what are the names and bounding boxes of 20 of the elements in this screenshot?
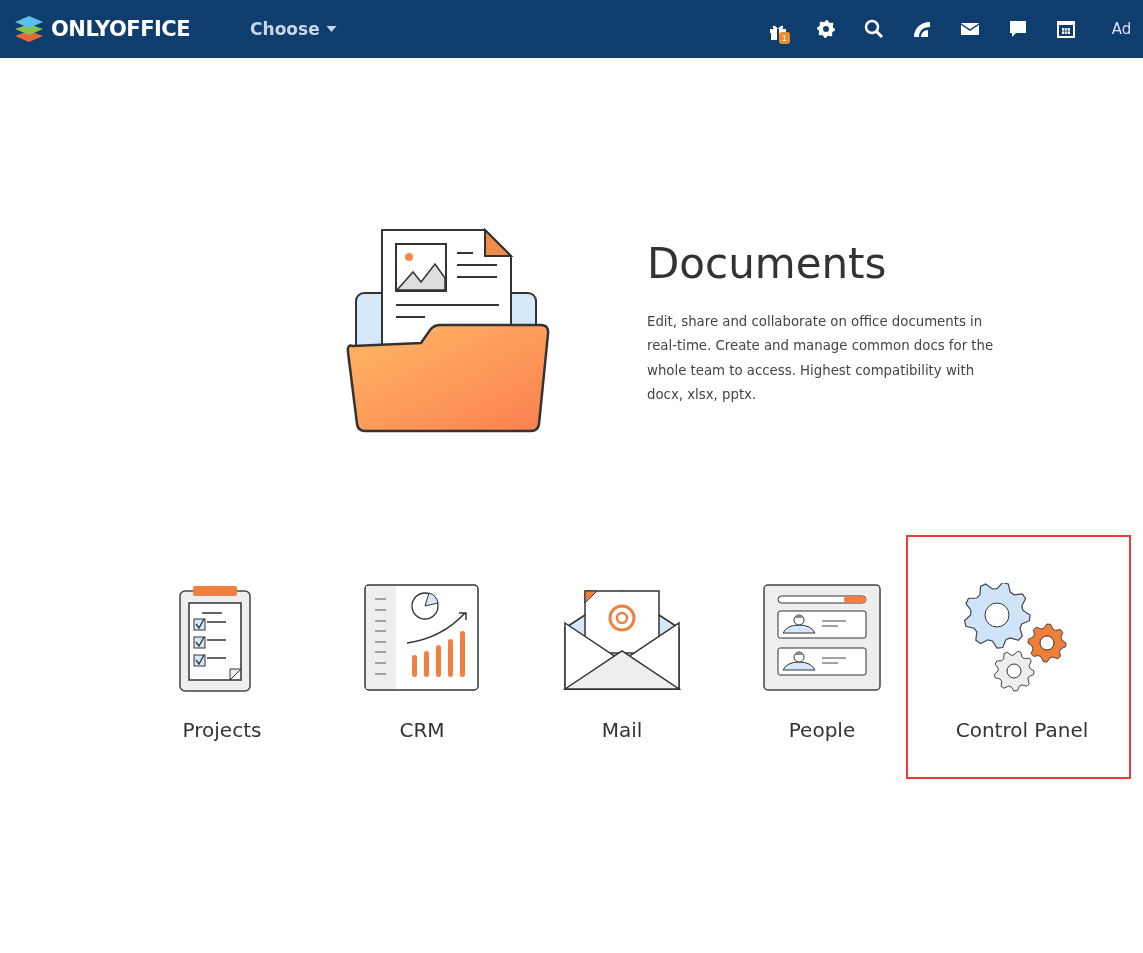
module-label[interactable]: Mail xyxy=(601,718,643,742)
analytics-chart-icon[interactable] xyxy=(362,583,482,693)
brand-name: ONLYOFFICE xyxy=(51,17,191,41)
module-label[interactable]: CRM xyxy=(399,718,445,742)
search-icon[interactable] xyxy=(863,19,884,39)
layers-logo-icon xyxy=(13,15,45,43)
module-label[interactable]: Control Panel xyxy=(955,718,1089,742)
chat-icon[interactable] xyxy=(1007,19,1028,39)
hero-description: Edit, share and collaborate on office documents in real-time. Create and manage common docs for the whole team to access. Highest compatibility with docx, xlsx, pptx. xyxy=(647,312,995,404)
calendar-icon[interactable] xyxy=(1055,19,1076,39)
settings-icon[interactable] xyxy=(815,19,836,39)
user-name[interactable]: Ad xyxy=(1111,20,1132,38)
hero-title: Documents xyxy=(647,238,888,288)
module-label[interactable]: Projects xyxy=(182,718,262,742)
caret-icon xyxy=(325,26,337,32)
module-label[interactable]: People xyxy=(788,718,856,742)
choose-menu[interactable]: Choose xyxy=(250,19,337,39)
notification-badge: 1 xyxy=(778,32,790,44)
feed-icon[interactable] xyxy=(911,19,932,39)
contact-cards-icon[interactable] xyxy=(762,583,882,693)
